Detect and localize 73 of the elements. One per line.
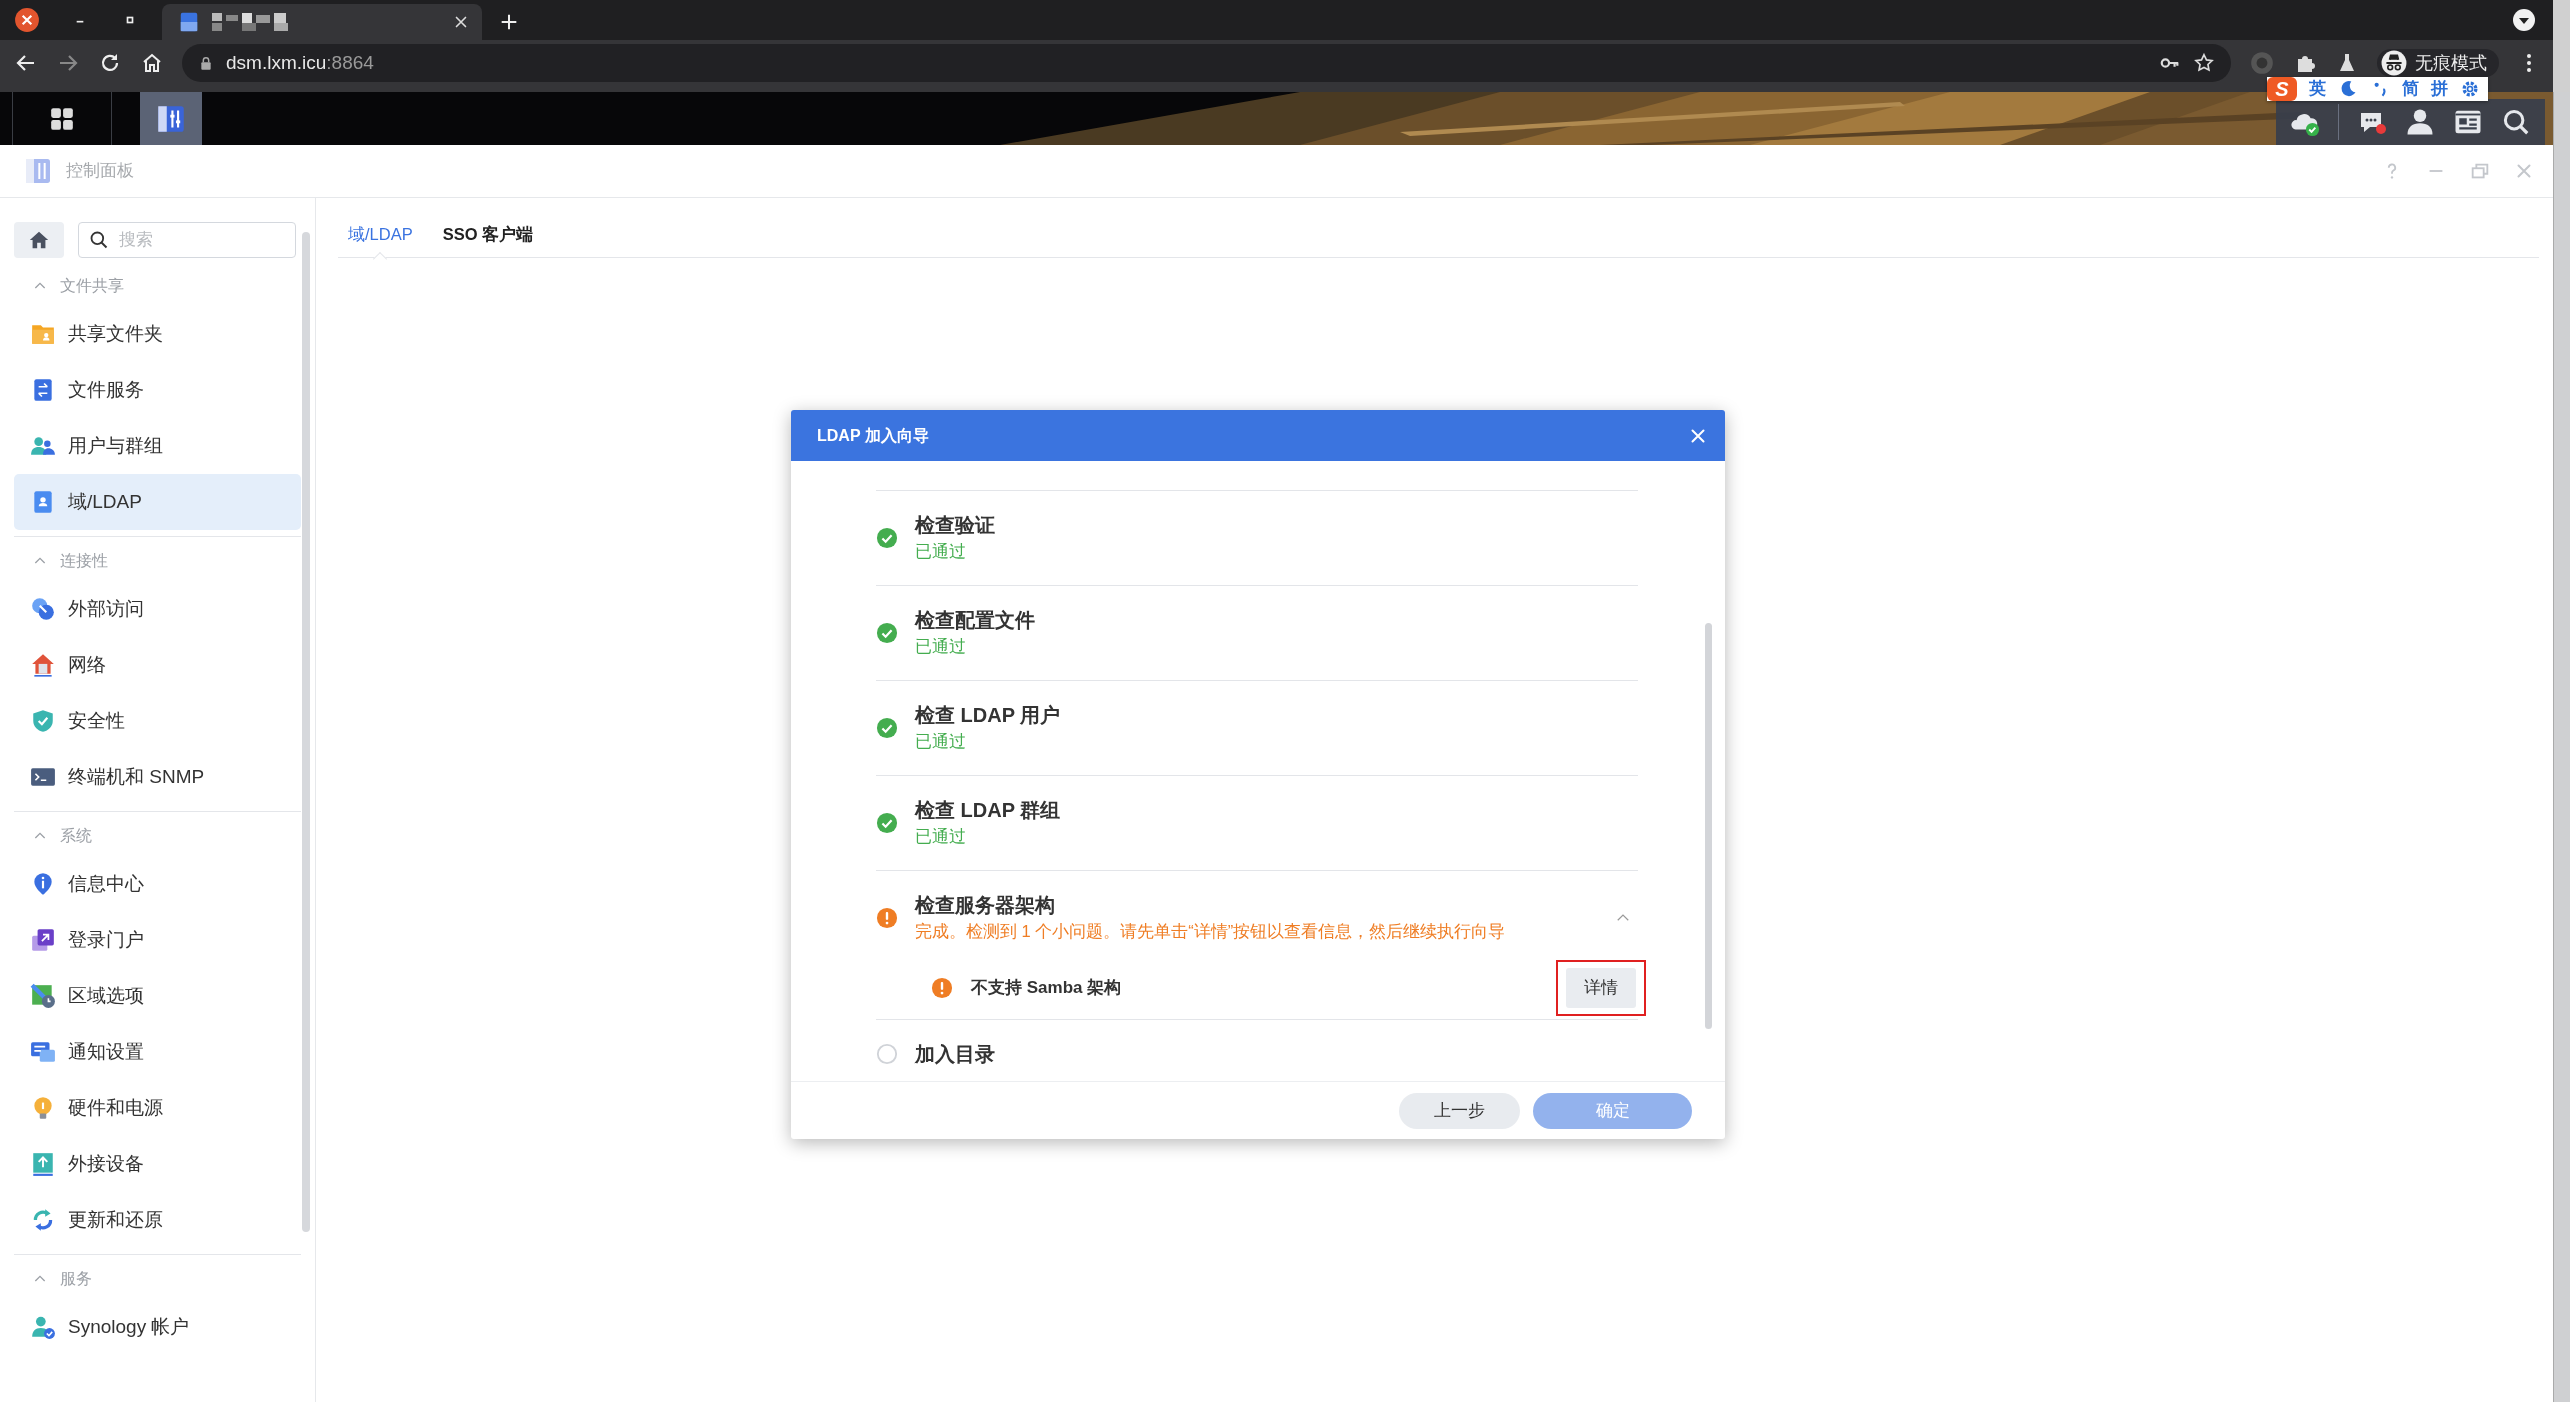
step-status: 已通过 (915, 826, 967, 847)
user-check-icon (30, 1314, 56, 1340)
search-field[interactable]: 搜索 (78, 222, 296, 258)
step-title: 检查验证 (915, 513, 995, 538)
upload-icon (30, 1151, 56, 1177)
sidebar-item[interactable]: 外接设备 (14, 1136, 301, 1192)
sidebar-item[interactable]: 域/LDAP (14, 474, 301, 530)
sidebar-item[interactable]: 共享文件夹 (14, 306, 301, 362)
moon-icon[interactable] (2338, 79, 2358, 99)
sidebar-item[interactable]: 终端机和 SNMP (14, 749, 301, 805)
map-clock-icon (30, 983, 56, 1009)
sidebar-item[interactable]: 信息中心 (14, 856, 301, 912)
ime-mode[interactable]: 英 (2309, 79, 2326, 99)
sidebar-item[interactable]: 文件服务 (14, 362, 301, 418)
details-button[interactable]: 详情 (1566, 968, 1636, 1008)
sidebar-item[interactable]: 安全性 (14, 693, 301, 749)
tab[interactable]: SSO 客户端 (442, 211, 534, 258)
scrollbar[interactable] (302, 232, 310, 1232)
section-title: 连接性 (60, 551, 108, 571)
home-button[interactable] (14, 222, 64, 258)
sidebar-item[interactable]: Synology 帐户 (14, 1299, 301, 1355)
star-icon[interactable] (2193, 52, 2215, 74)
profile-button[interactable]: 无痕模式 (2377, 49, 2499, 77)
search-icon (89, 230, 109, 250)
step-title: 检查 LDAP 用户 (915, 703, 1061, 728)
link-icon (30, 596, 56, 622)
sidebar-item[interactable]: 区域选项 (14, 968, 301, 1024)
user-icon[interactable] (2405, 107, 2435, 137)
browser-tab[interactable] (162, 4, 482, 40)
step-title: 检查 LDAP 群组 (915, 798, 1061, 823)
tab-search-icon[interactable] (2512, 8, 2536, 32)
control-panel-button[interactable] (140, 92, 202, 145)
section-title: 服务 (60, 1269, 92, 1289)
search-icon[interactable] (2501, 107, 2531, 137)
step-title: 检查配置文件 (915, 608, 1035, 633)
settings-icon[interactable] (2460, 79, 2480, 99)
ime-input[interactable]: 拼 (2431, 79, 2448, 99)
sidebar-item[interactable]: 登录门户 (14, 912, 301, 968)
sidebar-item[interactable]: 硬件和电源 (14, 1080, 301, 1136)
grid-icon (49, 105, 75, 132)
step-title: 加入目录 (915, 1042, 995, 1067)
address-bar[interactable]: dsm.lxm.icu:8864 (182, 44, 2231, 82)
warning-icon (931, 977, 953, 999)
url-text: dsm.lxm.icu:8864 (226, 50, 374, 75)
home-icon (28, 229, 50, 251)
shield-icon (30, 708, 56, 734)
lock-icon (198, 55, 214, 71)
sidebar-item[interactable]: 通知设置 (14, 1024, 301, 1080)
sidebar-item[interactable]: 外部访问 (14, 581, 301, 637)
step-status: 已通过 (915, 541, 967, 562)
section-title: 文件共享 (60, 276, 124, 296)
incognito-icon (2381, 50, 2407, 76)
ime-logo: S (2267, 77, 2297, 101)
step-status: 已通过 (915, 636, 967, 657)
message-icon (30, 1039, 56, 1065)
issue-text: 不支持 Samba 架构 (971, 977, 1122, 1000)
window-title: 控制面板 (66, 160, 134, 183)
step-status: 完成。检测到 1 个小问题。请先单击“详情”按钮以查看信息，然后继续执行向导 (915, 921, 1506, 942)
sidebar-item[interactable]: 网络 (14, 637, 301, 693)
sidebar-item[interactable]: 更新和还原 (14, 1192, 301, 1248)
close-icon[interactable] (14, 7, 40, 33)
dialog-title: LDAP 加入向导 (817, 425, 929, 446)
portal-arrow-icon (30, 927, 56, 953)
section-title: 系统 (60, 826, 92, 846)
ime-script[interactable]: 简 (2402, 79, 2419, 99)
main-menu-button[interactable] (12, 92, 112, 145)
scrollbar[interactable] (1705, 623, 1712, 1029)
page-icon (178, 11, 200, 33)
house-icon (30, 652, 56, 678)
step-status: 已通过 (915, 731, 967, 752)
back-button[interactable]: 上一步 (1399, 1092, 1520, 1129)
step-title: 检查服务器架构 (915, 893, 1056, 918)
sidebar-item[interactable]: 用户与群组 (14, 418, 301, 474)
